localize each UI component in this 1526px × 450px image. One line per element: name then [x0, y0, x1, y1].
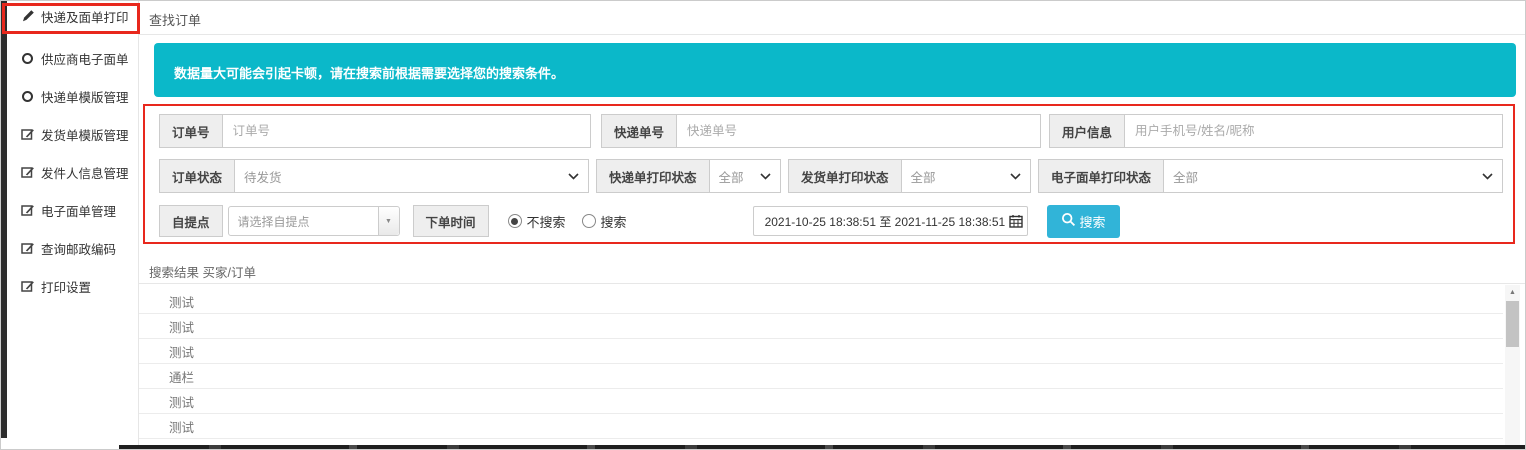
chevron-down-icon	[1010, 167, 1021, 185]
shipping-print-status-select[interactable]: 全部	[901, 159, 1031, 193]
search-button-label: 搜索	[1079, 214, 1106, 230]
results-scrollbar[interactable]: ▲	[1505, 285, 1520, 449]
order-no-label: 订单号	[159, 114, 223, 148]
caret-down-icon: ▼	[377, 207, 399, 235]
tracking-no-label: 快递单号	[601, 114, 678, 148]
circle-icon	[20, 89, 35, 103]
eorder-print-status-select[interactable]: 全部	[1164, 159, 1503, 193]
edit-icon	[20, 203, 35, 217]
sidebar-item-shipping-template[interactable]: 发货单模版管理	[7, 119, 138, 149]
app-window: 快递及面单打印 供应商电子面单 快递单模版管理 发货单模版管理 发件人信息管理 …	[0, 0, 1526, 450]
user-info-group: 用户信息	[1049, 114, 1503, 148]
order-time-label: 下单时间	[412, 205, 489, 237]
alert-text: 数据量大可能会引起卡顿，请在搜索前根据需要选择您的搜索条件。	[174, 65, 565, 81]
edit-icon	[20, 241, 35, 255]
sidebar: 快递及面单打印 供应商电子面单 快递单模版管理 发货单模版管理 发件人信息管理 …	[7, 1, 139, 449]
radio-no-search[interactable]: 不搜索	[507, 212, 566, 231]
edit-icon	[20, 165, 35, 179]
chevron-down-icon	[1482, 167, 1493, 185]
order-no-input[interactable]	[222, 114, 591, 148]
result-row[interactable]: 测试	[139, 314, 1503, 339]
shipping-print-status-label: 发货单打印状态	[788, 159, 902, 193]
sidebar-item-sender-info[interactable]: 发件人信息管理	[7, 157, 138, 187]
scrollbar-thumb[interactable]	[1506, 301, 1519, 347]
search-row-1: 订单号 快递单号 用户信息	[159, 114, 1503, 148]
express-print-status-label: 快递单打印状态	[596, 159, 710, 193]
sidebar-item-express-label-print[interactable]: 快递及面单打印	[7, 1, 138, 31]
result-row[interactable]: 测试	[139, 339, 1503, 364]
page-title: 查找订单	[149, 13, 202, 28]
sidebar-item-label: 供应商电子面单	[41, 52, 129, 67]
sidebar-item-label: 电子面单管理	[41, 204, 117, 219]
results-list: 测试 测试 测试 通栏 测试 测试	[139, 289, 1503, 439]
header-divider	[139, 34, 1525, 35]
sidebar-item-supplier-eorder[interactable]: 供应商电子面单	[7, 43, 138, 73]
sidebar-item-label: 发货单模版管理	[41, 128, 129, 143]
shipping-print-status-group: 发货单打印状态 全部	[788, 159, 1031, 193]
sidebar-item-express-template[interactable]: 快递单模版管理	[7, 81, 138, 111]
edit-icon	[20, 279, 35, 293]
order-status-label: 订单状态	[159, 159, 236, 193]
radio-unselected-icon	[581, 214, 596, 228]
result-row[interactable]: 通栏	[139, 364, 1503, 389]
chevron-down-icon	[568, 167, 579, 185]
radio-selected-icon	[507, 214, 522, 228]
radio-search[interactable]: 搜索	[581, 212, 627, 231]
bottom-cutoff-strip	[119, 445, 1525, 449]
results-divider	[139, 283, 1525, 284]
calendar-icon	[1009, 214, 1023, 228]
date-range-text: 2021-10-25 18:38:51 至 2021-11-25 18:38:5…	[764, 214, 1006, 229]
annotation-box-search-form: 订单号 快递单号 用户信息 订单状态 待发货	[143, 104, 1515, 244]
result-row[interactable]: 测试	[139, 289, 1503, 314]
search-row-2: 订单状态 待发货 快递单打印状态 全部 发货单打印状态 全部 电子面单打印状态 …	[159, 159, 1503, 193]
pencil-icon	[20, 9, 35, 23]
user-info-input[interactable]	[1125, 114, 1503, 148]
sidebar-menu: 快递及面单打印 供应商电子面单 快递单模版管理 发货单模版管理 发件人信息管理 …	[7, 1, 138, 301]
sidebar-item-postcode-query[interactable]: 查询邮政编码	[7, 233, 138, 263]
sidebar-item-label: 快递及面单打印	[41, 10, 129, 25]
result-row[interactable]: 测试	[139, 389, 1503, 414]
sidebar-item-label: 快递单模版管理	[41, 90, 129, 105]
search-button[interactable]: 搜索	[1046, 204, 1120, 238]
search-icon	[1061, 212, 1076, 230]
sidebar-item-label: 打印设置	[41, 280, 92, 295]
sidebar-item-eorder-manage[interactable]: 电子面单管理	[7, 195, 138, 225]
main-content: 查找订单 数据量大可能会引起卡顿，请在搜索前根据需要选择您的搜索条件。 订单号 …	[139, 1, 1525, 449]
circle-icon	[20, 51, 35, 65]
scroll-up-arrow-icon[interactable]: ▲	[1505, 285, 1520, 299]
order-no-group: 订单号	[159, 114, 591, 148]
eorder-print-status-group: 电子面单打印状态 全部	[1038, 159, 1503, 193]
sidebar-item-label: 发件人信息管理	[41, 166, 129, 181]
tracking-no-input[interactable]	[677, 114, 1041, 148]
search-row-3: 自提点 请选择自提点 ▼ 下单时间 不搜索 搜索 2021-10-25 18:3…	[159, 204, 1503, 238]
pickup-point-label: 自提点	[159, 205, 223, 237]
eorder-print-status-label: 电子面单打印状态	[1038, 159, 1165, 193]
sidebar-item-print-settings[interactable]: 打印设置	[7, 271, 138, 301]
results-title: 搜索结果 买家/订单	[149, 266, 256, 280]
order-status-group: 订单状态 待发货	[159, 159, 589, 193]
result-row[interactable]: 测试	[139, 414, 1503, 439]
express-print-status-select[interactable]: 全部	[709, 159, 781, 193]
sidebar-item-label: 查询邮政编码	[41, 242, 117, 257]
order-status-select[interactable]: 待发货	[235, 159, 589, 193]
edit-icon	[20, 127, 35, 141]
date-range-input[interactable]: 2021-10-25 18:38:51 至 2021-11-25 18:38:5…	[752, 206, 1028, 236]
chevron-down-icon	[760, 167, 771, 185]
info-alert: 数据量大可能会引起卡顿，请在搜索前根据需要选择您的搜索条件。	[154, 43, 1516, 97]
tracking-no-group: 快递单号	[601, 114, 1041, 148]
user-info-label: 用户信息	[1049, 114, 1126, 148]
express-print-status-group: 快递单打印状态 全部	[596, 159, 781, 193]
pickup-point-dropdown[interactable]: 请选择自提点 ▼	[227, 206, 400, 236]
